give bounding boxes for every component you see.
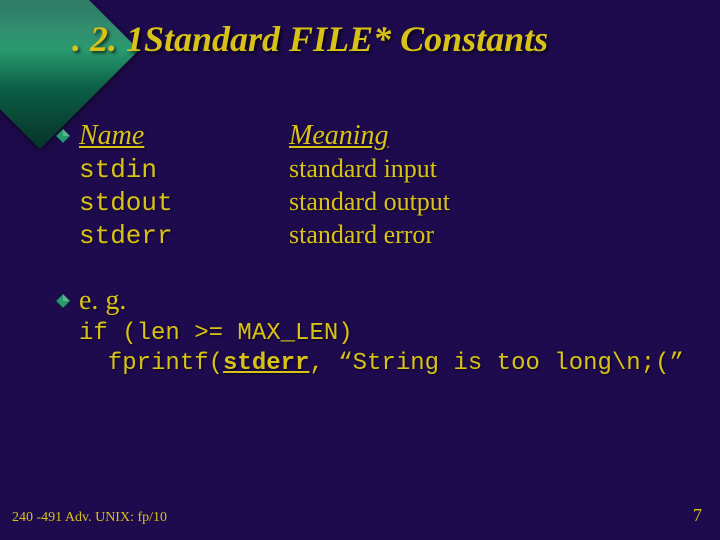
code-line-2-post: , “String is too long\n;(” <box>309 350 683 377</box>
slide-title: . 2. 1Standard FILE* Constants <box>72 18 548 60</box>
column-header-meaning: Meaning <box>289 120 389 151</box>
code-line-1: if (len >= MAX_LEN) <box>79 320 353 347</box>
constant-meaning: standard error <box>289 220 434 249</box>
example-block: e. g. if (len >= MAX_LEN) fprintf(stderr… <box>55 285 700 379</box>
code-keyword-stderr: stderr <box>223 350 309 377</box>
code-example: if (len >= MAX_LEN) fprintf(stderr, “Str… <box>79 319 700 379</box>
slide-content: Name Meaning stdin standard input stdout… <box>55 120 700 379</box>
example-label: e. g. <box>79 285 126 317</box>
column-header-name: Name <box>79 120 144 151</box>
code-line-2-pre: fprintf( <box>79 350 223 377</box>
constant-name: stdin <box>79 155 157 185</box>
constant-name: stderr <box>79 221 173 251</box>
constant-meaning: standard output <box>289 187 450 216</box>
constant-meaning: standard input <box>289 154 437 183</box>
footer-page-number: 7 <box>693 505 702 526</box>
constant-name: stdout <box>79 188 173 218</box>
table-row: stdin standard input <box>55 154 700 185</box>
table-row: stderr standard error <box>55 220 700 251</box>
diamond-bullet-icon <box>55 128 71 144</box>
footer-course-label: 240 -491 Adv. UNIX: fp/10 <box>12 510 167 526</box>
table-header-row: Name Meaning <box>55 120 700 152</box>
table-row: stdout standard output <box>55 187 700 218</box>
diamond-bullet-icon <box>55 293 71 309</box>
